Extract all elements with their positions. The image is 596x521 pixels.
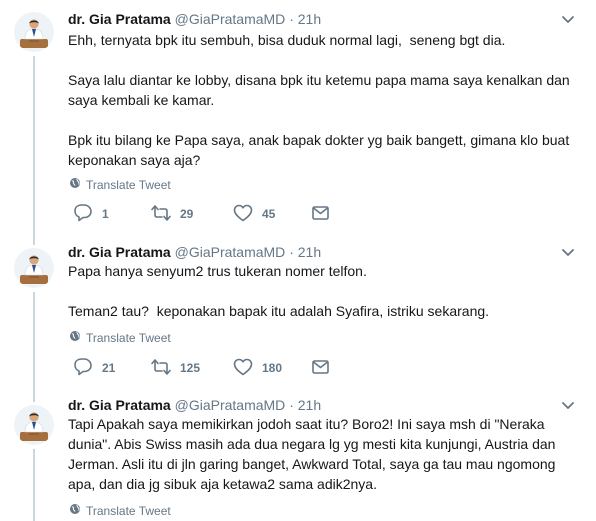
user-handle[interactable]: @GiaPratamaMD (175, 397, 286, 413)
translate-tweet-link[interactable]: Translate Tweet (69, 330, 171, 345)
avatar[interactable] (14, 12, 54, 52)
envelope-icon (310, 202, 332, 227)
translate-label: Translate Tweet (86, 503, 171, 518)
heart-icon (232, 356, 254, 381)
avatar[interactable] (14, 405, 54, 445)
envelope-icon (310, 356, 332, 381)
globe-icon (69, 330, 81, 345)
globe-icon (69, 503, 81, 518)
tweet-2[interactable]: dr. Gia Pratama @GiaPratamaMD · 21h Papa… (0, 233, 596, 388)
display-name[interactable]: dr. Gia Pratama (68, 397, 171, 413)
tweet-text: Ehh, ternyata bpk itu sembuh, bisa duduk… (68, 32, 570, 168)
user-handle[interactable]: @GiaPratamaMD (175, 11, 286, 27)
tweet-1[interactable]: dr. Gia Pratama @GiaPratamaMD · 21h Ehh,… (0, 0, 596, 233)
thread-line (33, 388, 35, 402)
display-name[interactable]: dr. Gia Pratama (68, 244, 171, 260)
reply-button[interactable]: 1 (72, 202, 109, 227)
thread-line (33, 233, 35, 245)
reply-button[interactable]: 21 (72, 356, 116, 381)
thread-line (33, 292, 35, 388)
direct-message-button[interactable] (310, 204, 332, 224)
display-name[interactable]: dr. Gia Pratama (68, 11, 171, 27)
timestamp[interactable]: 21h (298, 397, 321, 413)
chevron-down-icon[interactable] (560, 11, 576, 27)
separator-dot: · (289, 244, 294, 260)
reply-count: 21 (102, 361, 116, 375)
translate-tweet-link[interactable]: Translate Tweet (69, 503, 171, 518)
separator-dot: · (289, 397, 294, 413)
like-count: 45 (262, 207, 276, 221)
retweet-icon (150, 202, 172, 227)
tweet-header: dr. Gia Pratama @GiaPratamaMD · 21h (68, 244, 321, 260)
retweet-count: 29 (180, 207, 194, 221)
tweet-text: Tapi Apakah saya memikirkan jodoh saat i… (68, 416, 560, 492)
timestamp[interactable]: 21h (298, 11, 321, 27)
reply-icon (72, 202, 94, 227)
user-handle[interactable]: @GiaPratamaMD (175, 244, 286, 260)
direct-message-button[interactable] (310, 358, 332, 378)
tweet-3[interactable]: dr. Gia Pratama @GiaPratamaMD · 21h Tapi… (0, 388, 596, 521)
like-count: 180 (262, 361, 283, 375)
retweet-count: 125 (180, 361, 201, 375)
retweet-button[interactable]: 125 (150, 358, 200, 378)
globe-icon (69, 177, 81, 192)
translate-label: Translate Tweet (86, 177, 171, 192)
tweet-header: dr. Gia Pratama @GiaPratamaMD · 21h (68, 397, 321, 413)
chevron-down-icon[interactable] (560, 244, 576, 260)
chevron-down-icon[interactable] (560, 397, 576, 413)
like-button[interactable]: 45 (232, 204, 275, 224)
retweet-icon (150, 356, 172, 381)
reply-count: 1 (102, 207, 109, 221)
thread-line (33, 56, 35, 233)
reply-icon (72, 356, 94, 381)
translate-label: Translate Tweet (86, 330, 171, 345)
thread-line (33, 449, 35, 521)
heart-icon (232, 202, 254, 227)
tweet-text: Papa hanya senyum2 trus tukeran nomer te… (68, 263, 490, 319)
tweet-header: dr. Gia Pratama @GiaPratamaMD · 21h (68, 11, 321, 27)
like-button[interactable]: 180 (232, 358, 282, 378)
avatar[interactable] (14, 248, 54, 288)
retweet-button[interactable]: 29 (150, 204, 193, 224)
timestamp[interactable]: 21h (298, 244, 321, 260)
translate-tweet-link[interactable]: Translate Tweet (69, 177, 171, 192)
separator-dot: · (289, 11, 294, 27)
